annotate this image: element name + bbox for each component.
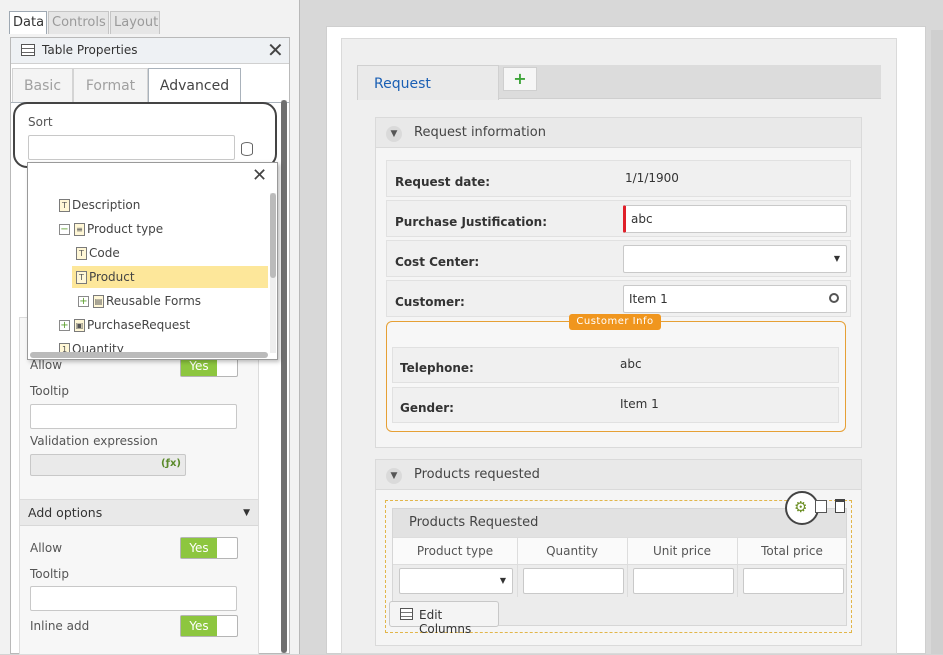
tab-advanced[interactable]: Advanced (148, 68, 241, 103)
table-icon (400, 608, 413, 620)
expand-icon[interactable]: + (59, 320, 70, 331)
gender-row: Gender: Item 1 (392, 387, 839, 423)
gender-label: Gender: (400, 401, 454, 415)
column-header-total-price: Total price (761, 544, 823, 558)
cost-center-label: Cost Center: (395, 255, 480, 269)
add-options-header[interactable]: Add options ▼ (20, 500, 258, 526)
tree-item-reusable-forms[interactable]: + ▤ Reusable Forms (78, 290, 201, 312)
tree-item-description[interactable]: T Description (59, 194, 140, 216)
form-icon: ≡ (74, 223, 85, 236)
left-panel: Data Controls Layout Table Properties ✕ … (0, 0, 300, 655)
request-info-title: Request information (414, 125, 546, 140)
tab-request[interactable]: Request (357, 65, 499, 100)
caret-down-icon: ▼ (243, 508, 250, 518)
inline-add-label: Inline add (30, 619, 90, 633)
sort-field-tree-popup: ✕ T Description − ≡ Product type T Code T Pro… (27, 162, 278, 360)
close-icon[interactable]: ✕ (252, 165, 267, 186)
caret-down-icon: ▼ (833, 254, 840, 263)
request-date-row: Request date: 1/1/1900 (386, 160, 851, 197)
column-header-product-type: Product type (416, 544, 494, 558)
add-tooltip-label: Tooltip (30, 567, 69, 581)
expand-icon[interactable]: + (78, 296, 89, 307)
telephone-label: Telephone: (400, 361, 474, 375)
tooltip-input[interactable] (30, 404, 237, 429)
request-date-label: Request date: (395, 175, 491, 189)
tab-data[interactable]: Data (9, 11, 47, 34)
request-info-header[interactable]: ▼ Request information (376, 118, 861, 148)
text-field-icon: T (76, 247, 87, 260)
highlight-ring (13, 102, 277, 168)
add-allow-toggle[interactable]: Yes (180, 537, 238, 559)
briefcase-icon: ▣ (74, 319, 85, 332)
add-tab-icon[interactable]: + (503, 67, 537, 91)
tree-item-purchase-request[interactable]: + ▣ PurchaseRequest (59, 314, 190, 336)
products-table-title: Products Requested (409, 515, 539, 530)
tooltip-label: Tooltip (30, 384, 69, 398)
product-type-select[interactable]: ▼ (399, 568, 513, 594)
gender-value: Item 1 (620, 397, 659, 411)
edit-columns-label: Edit Columns (419, 608, 472, 636)
products-header[interactable]: ▼ Products requested (376, 460, 861, 490)
add-tooltip-input[interactable] (30, 586, 237, 611)
telephone-value: abc (620, 357, 642, 371)
copy-icon[interactable] (815, 500, 827, 513)
tree-scrollbar[interactable] (270, 193, 276, 353)
add-options-section: Add options ▼ Allow Yes Tooltip Inline ad… (19, 499, 259, 655)
total-price-input[interactable] (743, 568, 844, 594)
justification-input[interactable]: abc (623, 205, 847, 233)
panel-header: Table Properties ✕ (11, 38, 289, 64)
cost-center-select[interactable]: ▼ (623, 245, 847, 273)
column-header-quantity: Quantity (546, 544, 598, 558)
add-options-title: Add options (28, 505, 103, 520)
tab-layout[interactable]: Layout (110, 11, 160, 34)
chevron-down-icon[interactable]: ▼ (386, 126, 402, 142)
unit-price-input[interactable] (633, 568, 734, 594)
telephone-row: Telephone: abc (392, 347, 839, 383)
justification-label: Purchase Justification: (395, 215, 548, 229)
tree-item-product[interactable]: T Product (72, 266, 268, 288)
tree-item-product-type[interactable]: − ≡ Product type (59, 218, 163, 240)
tab-controls[interactable]: Controls (48, 11, 109, 34)
caret-down-icon: ▼ (499, 576, 506, 585)
allow-label: Allow (30, 358, 63, 372)
products-title: Products requested (414, 467, 540, 482)
customer-lookup[interactable]: Item 1 (623, 285, 847, 313)
close-icon[interactable]: ✕ (267, 38, 284, 62)
customer-value: Item 1 (629, 292, 668, 306)
panel-title: Table Properties (42, 43, 138, 57)
edit-columns-button[interactable]: Edit Columns (389, 601, 499, 636)
collapse-icon[interactable]: − (59, 224, 70, 235)
tree-item-code[interactable]: T Code (76, 242, 120, 264)
text-field-icon: T (59, 199, 70, 212)
canvas-scrollbar[interactable] (931, 30, 943, 654)
tab-format[interactable]: Format (73, 68, 148, 102)
tab-request-label: Request (374, 76, 431, 92)
tab-basic[interactable]: Basic (12, 68, 73, 102)
customer-label: Customer: (395, 295, 465, 309)
add-allow-label: Allow (30, 541, 63, 555)
quantity-input[interactable] (523, 568, 624, 594)
table-icon (21, 44, 35, 56)
fx-icon[interactable]: (ƒx) (161, 458, 181, 469)
forms-icon: ▤ (93, 295, 104, 308)
tree-hscrollbar[interactable] (30, 352, 268, 358)
request-date-value: 1/1/1900 (625, 171, 679, 185)
chevron-down-icon[interactable]: ▼ (386, 468, 402, 484)
inline-add-toggle[interactable]: Yes (180, 615, 238, 637)
tree-item-quantity[interactable]: 1 Quantity (59, 338, 124, 352)
column-header-unit-price: Unit price (652, 544, 712, 558)
justification-row: Purchase Justification: abc (386, 200, 851, 237)
text-field-icon: T (76, 271, 87, 284)
validation-label: Validation expression (30, 434, 158, 448)
search-icon[interactable] (829, 293, 839, 303)
cost-center-row: Cost Center: ▼ (386, 240, 851, 277)
validation-input[interactable]: (ƒx) (30, 454, 186, 476)
customer-row: Customer: Item 1 (386, 280, 851, 317)
panel-scrollbar[interactable] (281, 100, 287, 653)
trash-icon[interactable] (835, 499, 845, 513)
number-field-icon: 1 (59, 343, 70, 352)
gear-icon[interactable]: ⚙ (794, 498, 807, 516)
customer-info-legend: Customer Info (569, 314, 661, 330)
